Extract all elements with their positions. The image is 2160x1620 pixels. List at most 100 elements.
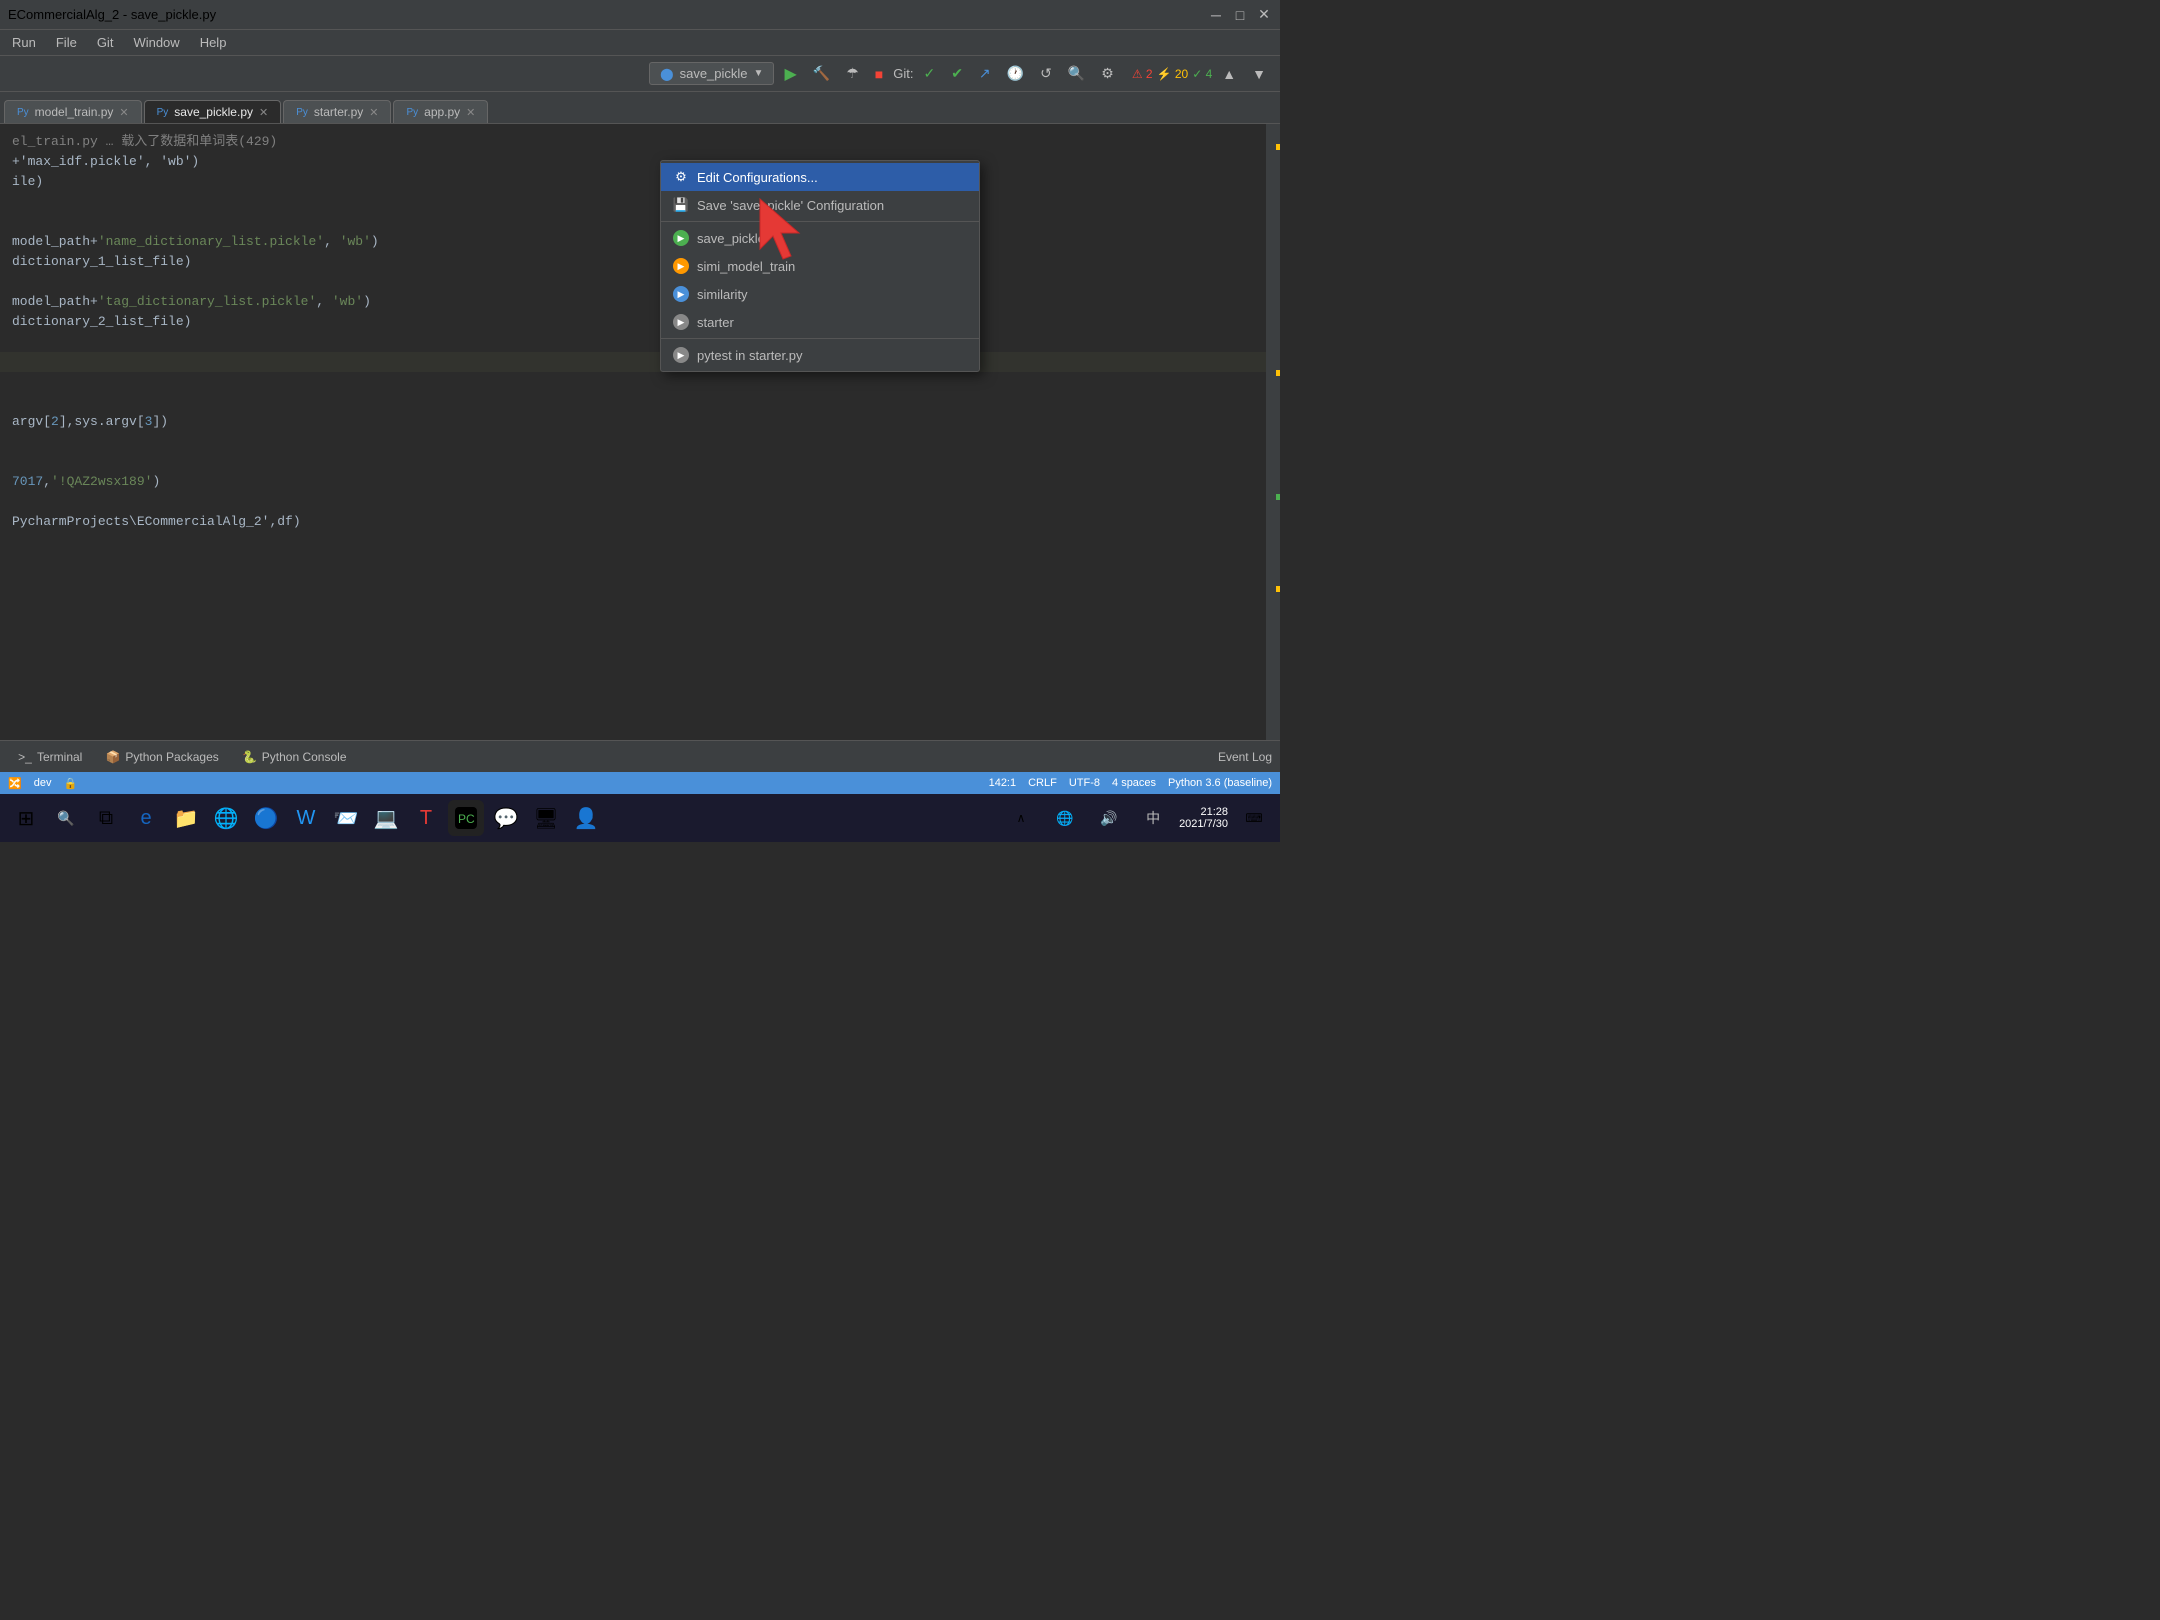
dropdown-config-similarity[interactable]: ▶ similarity (661, 280, 979, 308)
git-label: Git: (893, 66, 913, 81)
git-tick-icon[interactable]: ✔ (945, 62, 969, 85)
bottom-tabs-bar: >_ Terminal 📦 Python Packages 🐍 Python C… (0, 740, 1280, 772)
dropdown-config-pytest[interactable]: ▶ pytest in starter.py (661, 341, 979, 369)
tab-label: starter.py (314, 105, 363, 119)
coverage-button[interactable]: ☂ (840, 62, 865, 85)
run-button[interactable]: ▶ (778, 61, 802, 87)
menu-run[interactable]: Run (4, 33, 44, 52)
tray-expand[interactable]: ∧ (1003, 800, 1039, 836)
git-area: Git: ✓ ✔ ↗ 🕐 ↺ (893, 62, 1058, 85)
taskbar-monitor[interactable]: 🖥 (528, 800, 564, 836)
tray-input-method[interactable]: 中 (1135, 800, 1171, 836)
editor-container: el_train.py … 载入了数据和单词表(429) +'max_idf.p… (0, 124, 1280, 740)
dropdown-save-configuration[interactable]: 💾 Save 'save_pickle' Configuration (661, 191, 979, 219)
taskbar-search[interactable]: 🔍 (48, 800, 84, 836)
git-branch-icon: 🔀 (8, 777, 22, 790)
terminal-tab-label: Terminal (37, 750, 82, 764)
analysis-down-button[interactable]: ▼ (1246, 63, 1272, 85)
code-line: model_path+'name_dictionary_list.pickle'… (0, 232, 1266, 252)
git-check-icon[interactable]: ✓ (917, 62, 941, 85)
code-line (0, 332, 1266, 352)
tab-py-icon: Py (17, 107, 29, 118)
taskbar-chrome[interactable]: 🔵 (248, 800, 284, 836)
code-line: dictionary_1_list_file) (0, 252, 1266, 272)
close-button[interactable]: ✕ (1256, 7, 1272, 23)
menu-bar: Run File Git Window Help (0, 30, 1280, 56)
analysis-up-button[interactable]: ▲ (1216, 63, 1242, 85)
taskbar-person[interactable]: 👤 (568, 800, 604, 836)
code-line (0, 492, 1266, 512)
tray-network[interactable]: 🌐 (1047, 800, 1083, 836)
taskbar-word[interactable]: W (288, 800, 324, 836)
taskbar-edge[interactable]: 🌐 (208, 800, 244, 836)
git-push-icon[interactable]: ↗ (973, 62, 997, 85)
menu-git[interactable]: Git (89, 33, 122, 52)
run-grey-icon: ▶ (673, 314, 689, 330)
window-controls: ─ □ ✕ (1208, 7, 1272, 23)
dropdown-item-label: similarity (697, 287, 748, 302)
code-line (0, 392, 1266, 412)
git-history-icon[interactable]: 🕐 (1001, 62, 1030, 85)
taskbar: ⊞ 🔍 ⧉ e 📁 🌐 🔵 W 📨 💻 T PC 💬 🖥 👤 ∧ 🌐 🔊 中 2… (0, 794, 1280, 842)
taskbar-wechat[interactable]: 💬 (488, 800, 524, 836)
dropdown-config-save-pickle[interactable]: ▶ save_pickle (661, 224, 979, 252)
python-packages-tab-label: Python Packages (125, 750, 218, 764)
dropdown-item-label: save_pickle (697, 231, 765, 246)
event-log-label[interactable]: Event Log (1218, 750, 1272, 764)
tray-dev-icon[interactable]: ⌨ (1236, 800, 1272, 836)
tab-model-train[interactable]: Py model_train.py ✕ (4, 100, 142, 123)
tab-save-pickle[interactable]: Py save_pickle.py ✕ (144, 100, 282, 123)
code-line (0, 432, 1266, 452)
menu-window[interactable]: Window (125, 33, 187, 52)
tray-volume[interactable]: 🔊 (1091, 800, 1127, 836)
code-line (0, 212, 1266, 232)
python-packages-tab[interactable]: 📦 Python Packages (96, 746, 228, 768)
dropdown-edit-configurations[interactable]: ⚙ Edit Configurations... (661, 163, 979, 191)
tab-close-button[interactable]: ✕ (119, 106, 128, 119)
tab-starter[interactable]: Py starter.py ✕ (283, 100, 391, 123)
taskbar-app1[interactable]: 📨 (328, 800, 364, 836)
python-console-tab[interactable]: 🐍 Python Console (233, 746, 357, 768)
taskbar-typora[interactable]: T (408, 800, 444, 836)
annotation-marker (1276, 370, 1280, 376)
stop-button[interactable]: ■ (869, 63, 889, 85)
dropdown-arrow-icon: ▼ (754, 68, 764, 79)
taskbar-ie[interactable]: e (128, 800, 164, 836)
taskbar-task-view[interactable]: ⧉ (88, 800, 124, 836)
tab-close-button[interactable]: ✕ (466, 106, 475, 119)
warning-count: ⚡ 20 (1157, 67, 1189, 81)
menu-file[interactable]: File (48, 33, 85, 52)
dropdown-item-label: starter (697, 315, 734, 330)
taskbar-start[interactable]: ⊞ (8, 800, 44, 836)
run-config-button[interactable]: ⬤ save_pickle ▼ (649, 62, 774, 85)
tab-close-button[interactable]: ✕ (369, 106, 378, 119)
terminal-tab[interactable]: >_ Terminal (8, 746, 92, 768)
taskbar-app2[interactable]: 💻 (368, 800, 404, 836)
taskbar-system-tray: ∧ 🌐 🔊 中 21:28 2021/7/30 ⌨ (1003, 800, 1272, 836)
title-bar: ECommercialAlg_2 - save_pickle.py ─ □ ✕ (0, 0, 1280, 30)
menu-help[interactable]: Help (192, 33, 235, 52)
code-line (0, 452, 1266, 472)
dropdown-config-simi-model-train[interactable]: ▶ simi_model_train (661, 252, 979, 280)
code-editor[interactable]: el_train.py … 载入了数据和单词表(429) +'max_idf.p… (0, 124, 1266, 740)
minimize-button[interactable]: ─ (1208, 7, 1224, 23)
search-everywhere-button[interactable]: 🔍 (1062, 62, 1091, 85)
tab-app[interactable]: Py app.py ✕ (393, 100, 488, 123)
code-line (0, 372, 1266, 392)
code-line: ile) (0, 172, 1266, 192)
dropdown-config-starter[interactable]: ▶ starter (661, 308, 979, 336)
packages-icon: 📦 (106, 750, 120, 764)
run-config-dropdown: ⚙ Edit Configurations... 💾 Save 'save_pi… (660, 160, 980, 372)
taskbar-file-manager[interactable]: 📁 (168, 800, 204, 836)
taskbar-pycharm[interactable]: PC (448, 800, 484, 836)
dropdown-item-label: Save 'save_pickle' Configuration (697, 198, 884, 213)
tab-close-button[interactable]: ✕ (259, 106, 268, 119)
code-line: dictionary_2_list_file) (0, 312, 1266, 332)
tab-py-icon: Py (296, 107, 308, 118)
build-button[interactable]: 🔨 (807, 62, 836, 85)
right-annotations[interactable] (1266, 124, 1280, 740)
maximize-button[interactable]: □ (1232, 7, 1248, 23)
git-revert-icon[interactable]: ↺ (1034, 62, 1058, 85)
code-line: 7017,'!QAZ2wsx189') (0, 472, 1266, 492)
settings-button[interactable]: ⚙ (1095, 62, 1120, 85)
